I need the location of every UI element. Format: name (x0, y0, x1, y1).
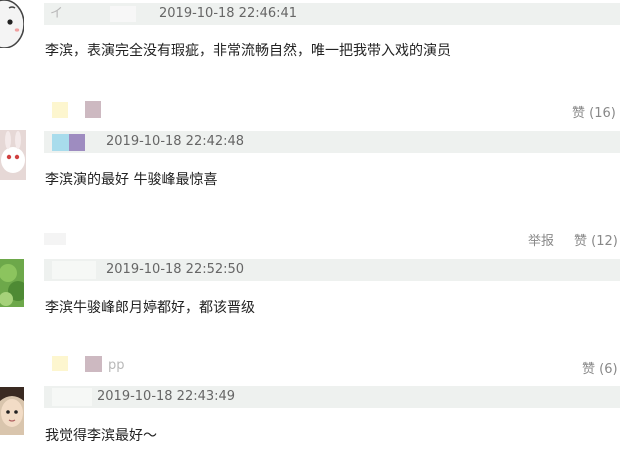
avatar-nature[interactable] (0, 259, 28, 307)
comment-text: 李滨，表演完全没有瑕疵，非常流畅自然，唯一把我带入戏的演员 (45, 43, 451, 59)
username-blur-block-cyan (52, 134, 69, 151)
username-blur-block (110, 6, 136, 22)
avatar-child[interactable] (0, 387, 24, 435)
username-blur-block (52, 261, 96, 279)
avatar-cartoon[interactable] (0, 0, 25, 49)
username-blur-block-mauve (85, 356, 102, 372)
comment-text: 李滨演的最好 牛骏峰最惊喜 (45, 172, 218, 188)
username-blur-block-mauve (85, 101, 101, 118)
username-blurred[interactable]: イ (50, 5, 63, 23)
comment-timestamp: 2019-10-18 22:46:41 (159, 6, 298, 21)
username-blur-block (52, 388, 92, 406)
comment-timestamp: 2019-10-18 22:52:50 (106, 262, 245, 277)
avatar-rabbit[interactable] (0, 130, 26, 180)
comment-timestamp: 2019-10-18 22:43:49 (97, 389, 236, 404)
comment-text: 我觉得李滨最好～ (45, 428, 157, 444)
like-button[interactable]: 赞 (6) (582, 361, 618, 379)
like-button[interactable]: 赞 (16) (572, 105, 616, 123)
username-blurred[interactable]: pp (108, 357, 125, 375)
username-blur-block-yellow (52, 102, 68, 118)
report-button[interactable]: 举报 (528, 233, 554, 251)
username-blur-block-purple (69, 134, 85, 151)
comment-timestamp: 2019-10-18 22:42:48 (106, 134, 245, 149)
comment-text: 李滨牛骏峰郎月婷都好，都该晋级 (45, 300, 255, 316)
username-blur-block (44, 233, 66, 245)
username-blur-block-yellow (52, 356, 68, 371)
like-button[interactable]: 赞 (12) (574, 233, 618, 251)
